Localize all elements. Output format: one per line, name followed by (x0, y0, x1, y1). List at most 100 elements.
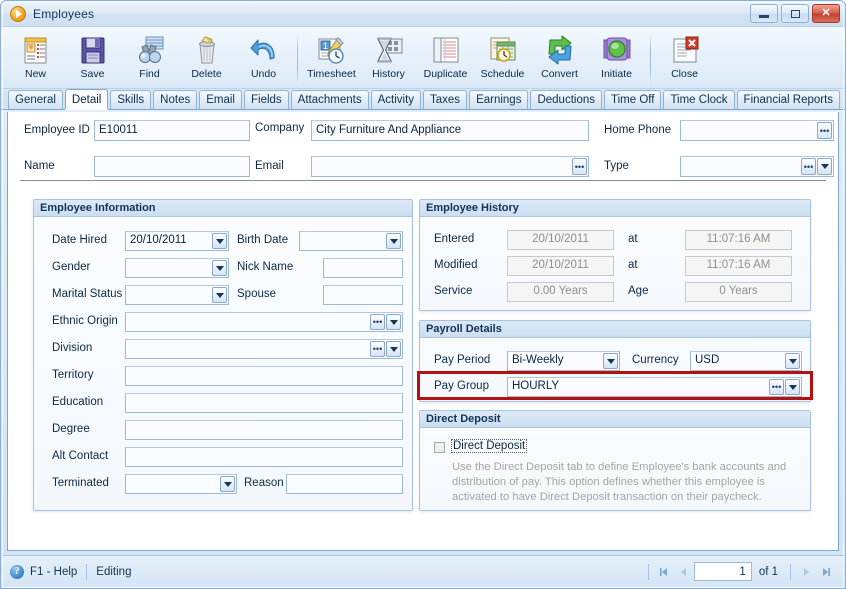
marital-status-dropdown-button[interactable] (212, 287, 227, 303)
toolbar-button-timesheet[interactable]: 1 Timesheet (303, 31, 360, 87)
close-icon: ✕ (821, 7, 831, 19)
tab-skills[interactable]: Skills (110, 90, 152, 109)
toolbar-button-save[interactable]: Save (64, 31, 121, 87)
restore-button[interactable] (781, 4, 809, 23)
nick-name-input[interactable] (323, 258, 403, 278)
employee-history-panel: Employee History Entered 20/10/2011 at 1… (419, 199, 811, 311)
company-input[interactable]: City Furniture And Appliance (311, 120, 589, 141)
close-button[interactable]: ✕ (812, 4, 840, 23)
tab-email[interactable]: Email (199, 90, 242, 109)
toolbar-button-history[interactable]: History (360, 31, 417, 87)
email-lookup-button[interactable]: ••• (572, 158, 587, 175)
alt-contact-input[interactable] (125, 447, 403, 467)
modified-date-field: 20/10/2011 (507, 256, 614, 276)
birth-date-input[interactable] (299, 231, 403, 251)
type-lookup-button[interactable]: ••• (801, 158, 816, 175)
tab-activity[interactable]: Activity (370, 90, 422, 109)
toolbar-label: Convert (541, 68, 578, 80)
name-input[interactable] (94, 156, 250, 177)
ethnic-origin-dropdown-button[interactable] (386, 314, 401, 330)
direct-deposit-checkbox-label[interactable]: Direct Deposit (451, 439, 528, 453)
tab-time-off[interactable]: Time Off (604, 90, 662, 109)
toolbar-button-convert[interactable]: Convert (531, 31, 588, 87)
chevron-down-icon (606, 358, 615, 364)
direct-deposit-checkbox[interactable] (434, 442, 445, 453)
marital-status-input[interactable] (125, 285, 229, 305)
division-input[interactable]: ••• (125, 339, 403, 359)
date-hired-dropdown-button[interactable] (212, 233, 227, 249)
territory-input[interactable] (125, 366, 403, 386)
current-record-input[interactable]: 1 (693, 562, 752, 581)
minimize-button[interactable] (750, 4, 778, 23)
next-record-icon[interactable] (796, 562, 816, 582)
record-count-label: of 1 (758, 565, 778, 578)
modified-at-label: at (628, 259, 638, 271)
new-document-icon (20, 34, 52, 66)
type-dropdown-button[interactable] (817, 158, 832, 175)
minimize-icon (759, 15, 769, 18)
last-record-icon[interactable] (816, 562, 836, 582)
toolbar-button-initiate[interactable]: Initiate (588, 31, 645, 87)
tab-taxes[interactable]: Taxes (423, 90, 468, 109)
toolbar-button-find[interactable]: Find (121, 31, 178, 87)
tab-financial-reports[interactable]: Financial Reports (736, 90, 841, 109)
pay-group-value: HOURLY (512, 380, 560, 393)
toolbar-label: Close (671, 68, 698, 80)
date-hired-input[interactable]: 20/10/2011 (125, 231, 229, 251)
tab-time-clock[interactable]: Time Clock (663, 90, 735, 109)
modified-label: Modified (434, 259, 478, 271)
employee-id-input[interactable]: E10011 (94, 120, 250, 141)
pay-group-input[interactable]: HOURLY ••• (507, 377, 802, 397)
spouse-input[interactable] (323, 285, 403, 305)
first-record-icon[interactable] (654, 562, 674, 582)
tab-fields[interactable]: Fields (243, 90, 289, 109)
spouse-label: Spouse (237, 288, 277, 300)
tab-notes[interactable]: Notes (153, 90, 198, 109)
currency-dropdown-button[interactable] (785, 353, 800, 369)
tab-attachments[interactable]: Attachments (290, 90, 369, 109)
tab-deductions[interactable]: Deductions (530, 90, 602, 109)
chevron-down-icon (215, 238, 224, 244)
pay-period-dropdown-button[interactable] (603, 353, 618, 369)
division-dropdown-button[interactable] (386, 341, 401, 357)
ethnic-origin-lookup-button[interactable]: ••• (370, 314, 385, 330)
division-lookup-button[interactable]: ••• (370, 341, 385, 357)
type-input[interactable]: ••• (680, 156, 834, 177)
toolbar-button-undo[interactable]: Undo (235, 31, 292, 87)
service-value: 0.00 Years (533, 285, 588, 298)
gender-input[interactable] (125, 258, 229, 278)
toolbar-label: Timesheet (307, 68, 356, 80)
pay-group-lookup-button[interactable]: ••• (769, 379, 784, 395)
help-circle-icon[interactable]: ? (10, 564, 24, 579)
toolbar-button-new[interactable]: New (7, 31, 64, 87)
toolbar-button-delete[interactable]: Delete (178, 31, 235, 87)
degree-input[interactable] (125, 420, 403, 440)
tab-earnings[interactable]: Earnings (469, 90, 529, 109)
birth-date-dropdown-button[interactable] (386, 233, 401, 249)
tab-general[interactable]: General (8, 90, 63, 109)
terminated-input[interactable] (125, 474, 237, 494)
help-text[interactable]: F1 - Help (30, 566, 77, 578)
currency-input[interactable]: USD (690, 351, 802, 371)
gender-dropdown-button[interactable] (212, 260, 227, 276)
tab-detail[interactable]: Detail (64, 89, 109, 109)
toolbar-button-close[interactable]: Close (656, 31, 713, 87)
binoculars-icon (134, 34, 166, 66)
toolbar-button-schedule[interactable]: Schedule (474, 31, 531, 87)
pay-period-input[interactable]: Bi-Weekly (507, 351, 620, 371)
chevron-down-icon (788, 384, 797, 390)
email-input[interactable]: ••• (311, 156, 589, 177)
home-phone-lookup-button[interactable]: ••• (817, 122, 832, 139)
education-input[interactable] (125, 393, 403, 413)
home-phone-input[interactable]: ••• (680, 120, 834, 141)
ethnic-origin-input[interactable]: ••• (125, 312, 403, 332)
reason-input[interactable] (286, 474, 403, 494)
gender-label: Gender (52, 261, 91, 273)
terminated-dropdown-button[interactable] (220, 476, 235, 492)
division-label: Division (52, 342, 93, 354)
entered-label: Entered (434, 233, 475, 245)
previous-record-icon[interactable] (674, 562, 694, 582)
play-circle-icon (10, 5, 26, 22)
toolbar-button-duplicate[interactable]: Duplicate (417, 31, 474, 87)
pay-group-dropdown-button[interactable] (785, 379, 800, 395)
